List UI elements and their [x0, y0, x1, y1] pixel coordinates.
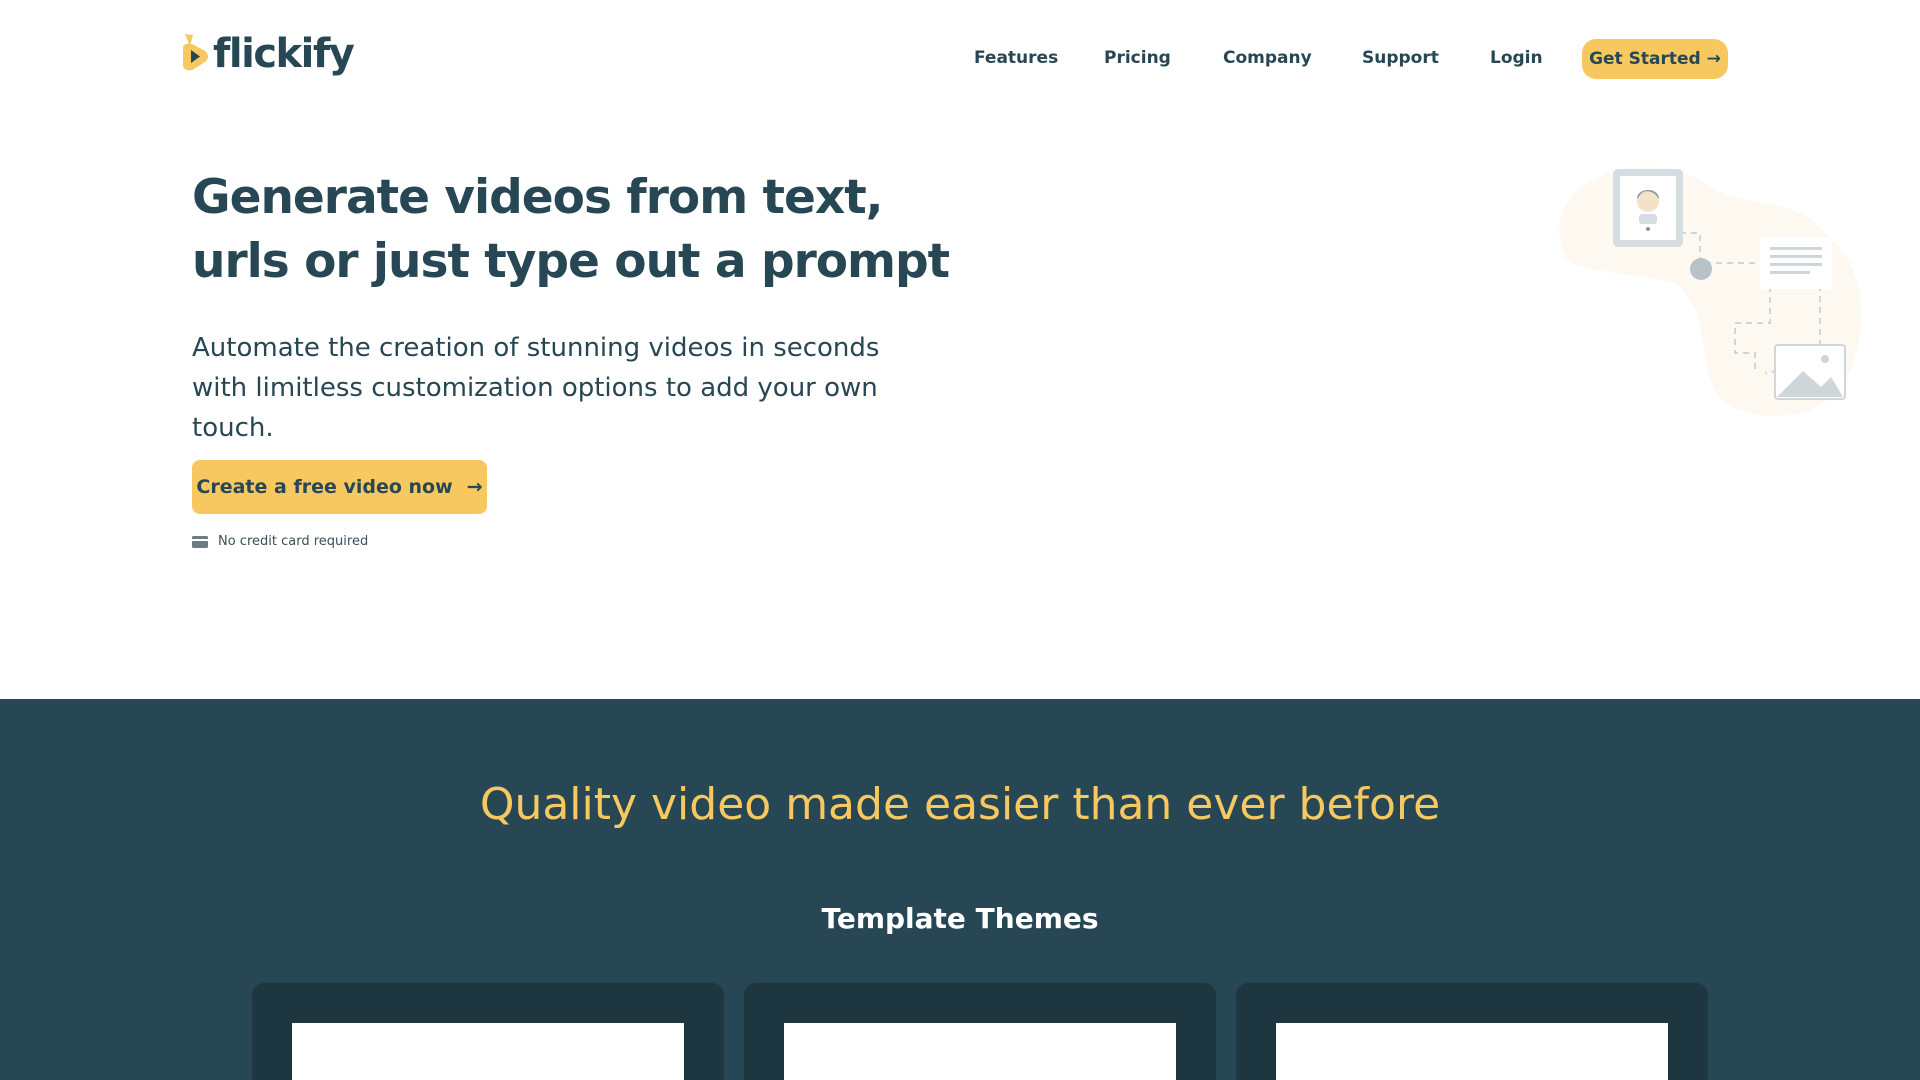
- profile-card-icon: [1613, 169, 1683, 247]
- nav-support[interactable]: Support: [1362, 48, 1439, 68]
- image-icon: [1774, 344, 1846, 400]
- get-started-button[interactable]: Get Started →: [1582, 39, 1728, 79]
- flickify-logo-icon: [183, 34, 208, 71]
- no-credit-card-note: No credit card required: [192, 534, 368, 549]
- credit-card-icon: [192, 535, 208, 548]
- get-started-label: Get Started: [1589, 49, 1701, 69]
- nav-pricing[interactable]: Pricing: [1104, 48, 1171, 68]
- arrow-right-icon: →: [1706, 49, 1721, 69]
- nav-company[interactable]: Company: [1223, 48, 1312, 68]
- template-card[interactable]: [744, 983, 1216, 1080]
- arrow-right-icon: →: [466, 476, 483, 498]
- document-icon: [1760, 237, 1832, 289]
- no-credit-card-text: No credit card required: [218, 534, 369, 549]
- nav-features[interactable]: Features: [974, 48, 1058, 68]
- nav-login[interactable]: Login: [1490, 48, 1543, 68]
- template-thumbnail: [784, 1023, 1176, 1080]
- page: flickify Features Pricing Company Suppor…: [0, 0, 1920, 1080]
- brand-logo[interactable]: flickify: [181, 31, 355, 77]
- template-card[interactable]: [252, 983, 724, 1080]
- section-title: Quality video made easier than ever befo…: [479, 779, 1441, 830]
- hero-title: Generate videos from text, urls or just …: [192, 170, 950, 289]
- section-subtitle: Template Themes: [821, 902, 1099, 935]
- hero-illustration: [1559, 167, 1862, 417]
- create-video-label: Create a free video now: [196, 476, 453, 498]
- template-thumbnail: [292, 1023, 684, 1080]
- template-thumbnail: [1276, 1023, 1668, 1080]
- hero-subtitle: Automate the creation of stunning videos…: [192, 333, 880, 443]
- brand-name: flickify: [213, 31, 355, 77]
- template-card[interactable]: [1236, 983, 1708, 1080]
- create-video-button[interactable]: Create a free video now →: [192, 460, 487, 514]
